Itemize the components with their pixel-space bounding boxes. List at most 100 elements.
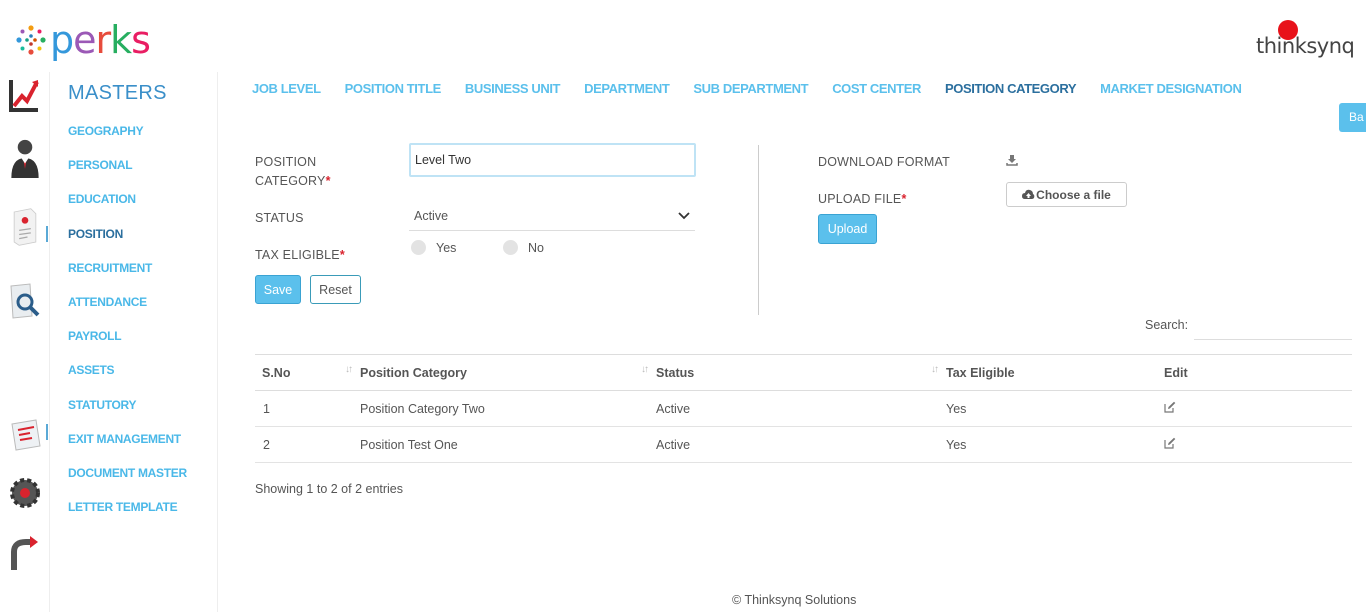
search-icon[interactable]	[8, 282, 42, 322]
column-header-edit-label: Edit	[1164, 365, 1188, 380]
nav-item-geography[interactable]: GEOGRAPHY	[68, 124, 187, 158]
masters-nav: MASTERS GEOGRAPHY PERSONAL EDUCATION POS…	[50, 72, 218, 612]
column-header-position-category-label: Position Category	[360, 365, 467, 380]
search-input[interactable]	[1194, 312, 1352, 340]
cell-sno: 1	[255, 390, 360, 427]
nav-item-recruitment[interactable]: RECRUITMENT	[68, 261, 187, 295]
tab-position-title[interactable]: POSITION TITLE	[345, 81, 442, 96]
download-icon[interactable]	[1006, 154, 1018, 166]
exit-icon[interactable]	[8, 534, 42, 574]
cell-position-category: Position Test One	[360, 426, 656, 463]
sort-icon[interactable]: ↓↑	[641, 364, 649, 375]
tab-position-category[interactable]: POSITION CATEGORY	[945, 81, 1077, 96]
reset-button[interactable]: Reset	[310, 275, 361, 304]
upload-file-label: UPLOAD FILE*	[818, 192, 907, 206]
column-header-sno[interactable]: S.No ↓↑	[255, 354, 360, 391]
radio-circle[interactable]	[411, 240, 426, 255]
upload-file-label-text: UPLOAD FILE	[818, 192, 902, 206]
sort-icon[interactable]: ↓↑	[931, 364, 939, 375]
nav-item-assets[interactable]: ASSETS	[68, 363, 187, 397]
icon-rail	[0, 72, 50, 612]
nav-item-position[interactable]: POSITION	[68, 227, 187, 261]
status-select[interactable]: Active	[409, 203, 695, 231]
cell-status: Active	[656, 426, 946, 463]
tab-job-level[interactable]: JOB LEVEL	[252, 81, 321, 96]
cell-sno: 2	[255, 426, 360, 463]
cloud-upload-icon	[1022, 189, 1035, 199]
table-row: 1 Position Category Two Active Yes	[255, 390, 1352, 427]
column-header-position-category[interactable]: Position Category ↓↑	[360, 354, 656, 391]
footer-copyright: © Thinksynq Solutions	[732, 593, 857, 607]
tab-department[interactable]: DEPARTMENT	[584, 81, 670, 96]
tab-cost-center[interactable]: COST CENTER	[832, 81, 921, 96]
download-format-label: DOWNLOAD FORMAT	[818, 155, 950, 169]
cell-status: Active	[656, 390, 946, 427]
masters-title: MASTERS	[68, 82, 167, 104]
position-category-label-line2: CATEGORY	[255, 174, 326, 188]
table-info: Showing 1 to 2 of 2 entries	[255, 482, 404, 496]
position-category-table: S.No ↓↑ Position Category ↓↑ Status ↓↑ T…	[255, 354, 1352, 463]
search-label: Search:	[1145, 318, 1189, 332]
perks-logo-text: perks	[50, 18, 151, 62]
column-header-status[interactable]: Status ↓↑	[656, 354, 946, 391]
column-header-sno-label: S.No	[262, 365, 291, 380]
position-category-label: POSITION CATEGORY*	[255, 155, 331, 193]
nav-item-letter-template[interactable]: LETTER TEMPLATE	[68, 500, 187, 534]
upload-button[interactable]: Upload	[818, 214, 877, 244]
cell-tax-eligible: Yes	[946, 390, 1164, 427]
cell-edit	[1164, 426, 1352, 463]
position-category-label-line1: POSITION	[255, 155, 317, 169]
user-icon[interactable]	[8, 138, 42, 178]
cell-position-category: Position Category Two	[360, 390, 656, 427]
nav-item-statutory[interactable]: STATUTORY	[68, 398, 187, 432]
tax-eligible-no-radio[interactable]: No	[503, 240, 544, 255]
status-select-value: Active	[414, 209, 449, 223]
column-header-tax-eligible[interactable]: Tax Eligible	[946, 354, 1164, 391]
form-divider	[758, 145, 759, 315]
edit-icon[interactable]	[1164, 401, 1176, 413]
tax-eligible-yes-radio[interactable]: Yes	[411, 240, 456, 255]
document-icon[interactable]	[8, 207, 42, 247]
nav-item-exit-management[interactable]: EXIT MANAGEMENT	[68, 432, 187, 466]
nav-item-education[interactable]: EDUCATION	[68, 192, 187, 226]
radio-no-label: No	[528, 240, 544, 255]
radio-circle[interactable]	[503, 240, 518, 255]
nav-item-attendance[interactable]: ATTENDANCE	[68, 295, 187, 329]
masters-list: GEOGRAPHY PERSONAL EDUCATION POSITION RE…	[68, 124, 187, 534]
table-header-row: S.No ↓↑ Position Category ↓↑ Status ↓↑ T…	[255, 354, 1352, 391]
tab-market-designation[interactable]: MARKET DESIGNATION	[1100, 81, 1242, 96]
tab-sub-department[interactable]: SUB DEPARTMENT	[693, 81, 808, 96]
thinksynq-logo: thinksynq	[1256, 18, 1355, 62]
edit-icon[interactable]	[1164, 437, 1176, 449]
nav-item-payroll[interactable]: PAYROLL	[68, 329, 187, 363]
active-rail-indicator	[46, 226, 48, 242]
nav-item-document-master[interactable]: DOCUMENT MASTER	[68, 466, 187, 500]
thinksynq-logo-text: thinksynq	[1256, 34, 1355, 58]
column-header-status-label: Status	[656, 365, 695, 380]
forms-icon[interactable]	[8, 416, 42, 456]
tab-business-unit[interactable]: BUSINESS UNIT	[465, 81, 561, 96]
sort-icon[interactable]: ↓↑	[345, 364, 353, 375]
position-category-input[interactable]	[409, 143, 696, 177]
tax-eligible-label-text: TAX ELIGIBLE	[255, 248, 340, 262]
chart-icon[interactable]	[8, 74, 42, 114]
perks-logo: perks	[14, 18, 151, 62]
tax-eligible-label: TAX ELIGIBLE*	[255, 248, 345, 262]
status-label: STATUS	[255, 211, 304, 225]
back-button[interactable]: Ba	[1339, 103, 1366, 132]
perks-logo-mark-icon	[16, 25, 46, 55]
position-tabs: JOB LEVEL POSITION TITLE BUSINESS UNIT D…	[252, 81, 1265, 96]
nav-item-personal[interactable]: PERSONAL	[68, 158, 187, 192]
column-header-edit: Edit	[1164, 354, 1352, 391]
choose-file-button[interactable]: Choose a file	[1006, 182, 1127, 207]
column-header-tax-eligible-label: Tax Eligible	[946, 365, 1015, 380]
required-mark: *	[339, 248, 345, 262]
choose-file-label: Choose a file	[1036, 187, 1111, 202]
table-row: 2 Position Test One Active Yes	[255, 426, 1352, 463]
save-button[interactable]: Save	[255, 275, 301, 304]
required-mark: *	[901, 192, 907, 206]
settings-gear-icon[interactable]	[8, 472, 42, 512]
chevron-down-icon	[678, 212, 690, 220]
radio-yes-label: Yes	[436, 240, 457, 255]
cell-edit	[1164, 390, 1352, 427]
